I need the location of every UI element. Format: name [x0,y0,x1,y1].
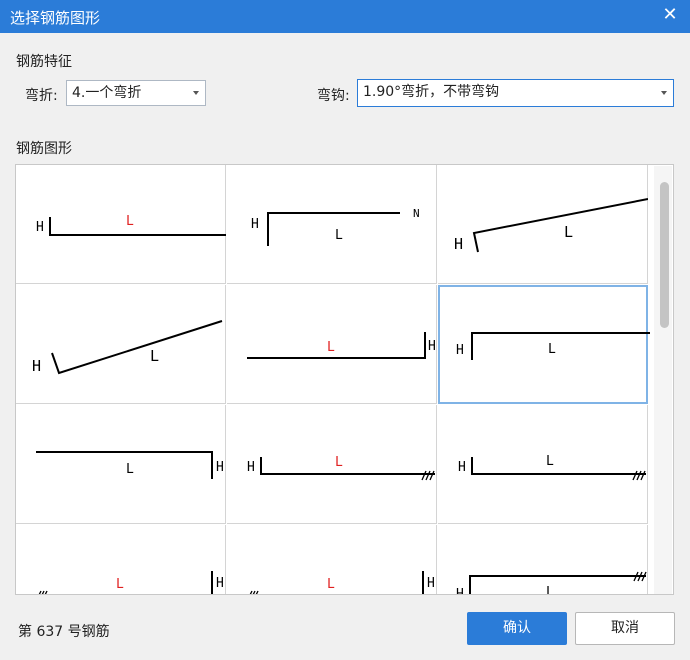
grid-scrollbar-thumb[interactable] [660,182,669,328]
shape-label: L [564,223,573,241]
hook-select-value: 1.90°弯折，不带弯钩 [363,84,500,100]
shape-label: L [546,454,554,469]
shape-label: L [126,214,134,229]
shape-cell[interactable]: L H [16,525,226,594]
shape-cell[interactable]: H L N [227,165,437,284]
features-section-title: 钢筋特征 [16,54,72,70]
shape-label: L [327,577,335,592]
cancel-button[interactable]: 取消 [575,612,675,645]
shape-label: H [454,235,463,253]
shape-cell[interactable]: H L [438,165,648,284]
shape-label: L [548,342,556,357]
shape-cell[interactable]: H L [16,285,226,404]
rebar-number-status: 第 637 号钢筋 [18,624,110,640]
shape-label: L [126,462,134,477]
bend-select[interactable]: 4.一个弯折 [66,80,206,106]
shape-grid: H L H L N H L H L L H H L L H H L H L L … [15,164,674,595]
shape-cell[interactable]: H L [438,405,648,524]
shape-cell[interactable]: H L [438,525,648,595]
shape-cell[interactable]: L H [16,405,226,524]
shapes-section-title: 钢筋图形 [16,141,72,157]
shape-label: H [216,460,224,475]
shape-label: H [428,339,436,354]
shape-cell[interactable]: H L [16,165,226,284]
close-icon[interactable]: ✕ [660,5,680,25]
shape-label: H [427,576,435,591]
shape-label: L [150,347,159,365]
shape-cell[interactable]: L H [227,285,437,404]
shape-cell-selected[interactable]: H L [438,285,650,404]
shape-label: L [327,340,335,355]
shape-label: H [251,217,259,232]
shape-label: H [458,460,466,475]
bend-label: 弯折: [25,88,58,104]
hook-label: 弯钩: [317,88,350,104]
window-title: 选择钢筋图形 [10,9,101,27]
confirm-button[interactable]: 确认 [467,612,567,645]
shape-cell[interactable]: H L [227,405,437,524]
bend-select-value: 4.一个弯折 [72,85,142,101]
shape-label: L [335,455,343,470]
shape-label: H [36,220,44,235]
shape-label: L [116,577,124,592]
shape-label: N [413,207,420,220]
shape-label: H [216,576,224,591]
shape-label: H [247,460,255,475]
chevron-down-icon [661,91,667,95]
shape-label: H [456,587,464,595]
shape-label: H [456,343,464,358]
title-bar: 选择钢筋图形 ✕ [0,0,690,33]
chevron-down-icon [193,91,199,95]
shape-label: H [32,357,41,375]
hook-select[interactable]: 1.90°弯折，不带弯钩 [357,79,674,107]
shape-label: L [546,585,554,595]
shape-label: L [335,228,343,243]
shape-cell[interactable]: L H [227,525,437,594]
